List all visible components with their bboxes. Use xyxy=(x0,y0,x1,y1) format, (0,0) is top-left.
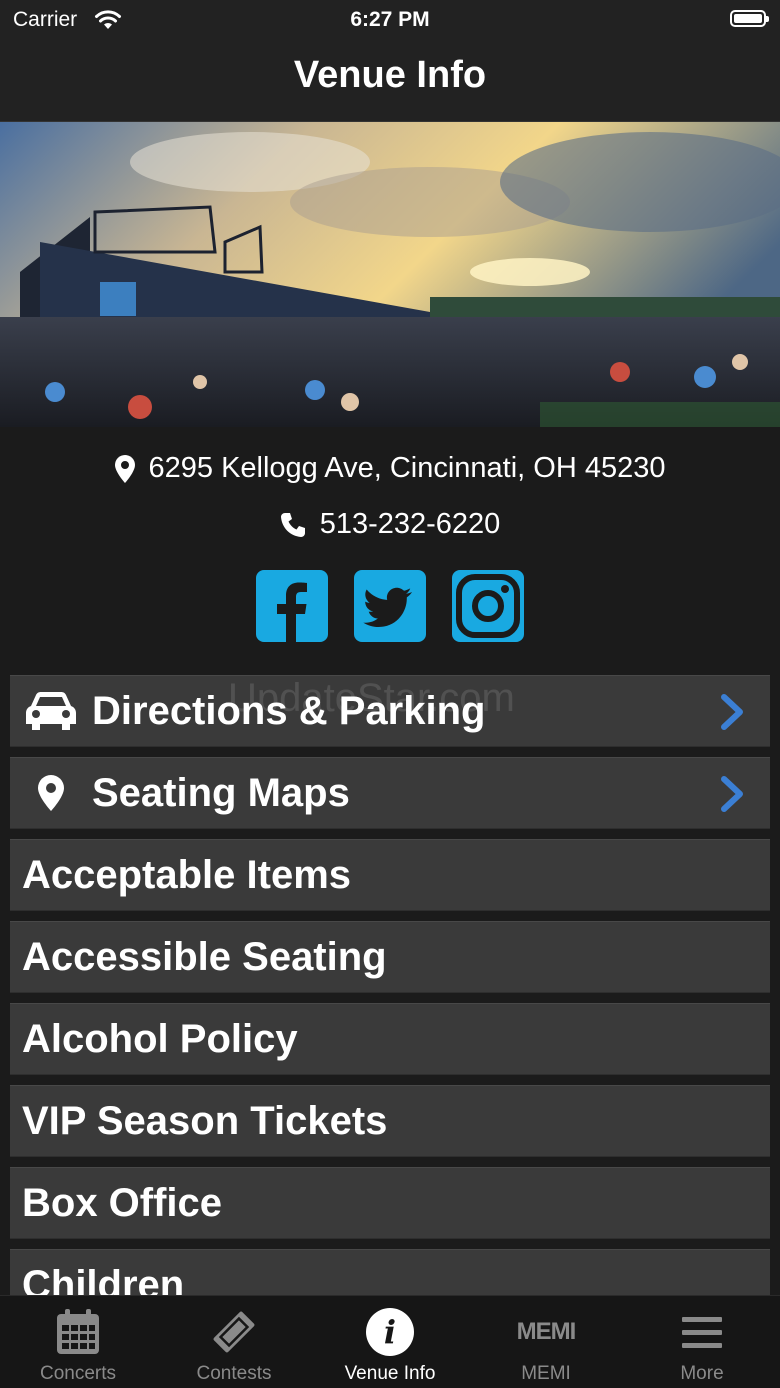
acceptable-items-item[interactable]: Acceptable Items xyxy=(10,839,770,911)
clock: 6:27 PM xyxy=(350,8,430,31)
tab-memi[interactable]: MEMI MEMI xyxy=(468,1296,624,1388)
tab-more[interactable]: More xyxy=(624,1296,780,1388)
address-text: 6295 Kellogg Ave, Cincinnati, OH 45230 xyxy=(148,452,666,484)
seating-maps-item[interactable]: Seating Maps xyxy=(10,757,770,829)
calendar-icon xyxy=(56,1308,100,1356)
instagram-icon[interactable] xyxy=(452,570,524,642)
tab-more-label: More xyxy=(680,1363,724,1384)
alcohol-policy-label: Alcohol Policy xyxy=(22,1016,298,1061)
car-icon xyxy=(22,692,80,730)
tab-concerts[interactable]: Concerts xyxy=(0,1296,156,1388)
tab-memi-label: MEMI xyxy=(521,1363,571,1384)
ticket-icon xyxy=(211,1308,257,1356)
svg-text:i: i xyxy=(384,1313,396,1351)
accessible-seating-label: Accessible Seating xyxy=(22,934,387,979)
social-links xyxy=(0,570,780,642)
chevron-right-icon xyxy=(720,694,746,730)
alcohol-policy-item[interactable]: Alcohol Policy xyxy=(10,1003,770,1075)
navigation-bar: Venue Info xyxy=(0,40,780,122)
page-title: Venue Info xyxy=(293,54,487,96)
directions-parking-item[interactable]: Directions & Parking xyxy=(10,675,770,747)
facebook-icon[interactable] xyxy=(256,570,328,642)
vip-season-tickets-item[interactable]: VIP Season Tickets xyxy=(10,1085,770,1157)
phone-icon xyxy=(280,512,306,538)
venue-menu-list: Directions & Parking Seating Maps Accept… xyxy=(10,675,770,1331)
tab-venue-info-label: Venue Info xyxy=(344,1363,436,1384)
seating-maps-label: Seating Maps xyxy=(92,770,350,815)
box-office-label: Box Office xyxy=(22,1180,223,1225)
venue-address[interactable]: 6295 Kellogg Ave, Cincinnati, OH 45230 xyxy=(0,452,780,485)
directions-parking-label: Directions & Parking xyxy=(92,688,486,733)
tab-bar: Concerts Contests i Venue Info MEMI MEMI xyxy=(0,1295,780,1388)
phone-text: 513-232-6220 xyxy=(319,508,501,540)
tab-concerts-label: Concerts xyxy=(39,1363,117,1384)
chevron-right-icon xyxy=(720,776,746,812)
venue-hero-image xyxy=(0,122,780,427)
acceptable-items-label: Acceptable Items xyxy=(22,852,352,897)
tab-contests[interactable]: Contests xyxy=(156,1296,312,1388)
tab-contests-label: Contests xyxy=(196,1363,272,1384)
info-icon: i xyxy=(365,1308,415,1356)
status-bar: Carrier 6:27 PM xyxy=(0,0,780,40)
tab-venue-info[interactable]: i Venue Info xyxy=(312,1296,468,1388)
vip-season-tickets-label: VIP Season Tickets xyxy=(22,1098,388,1143)
twitter-icon[interactable] xyxy=(354,570,426,642)
venue-phone[interactable]: 513-232-6220 xyxy=(0,508,780,541)
box-office-item[interactable]: Box Office xyxy=(10,1167,770,1239)
accessible-seating-item[interactable]: Accessible Seating xyxy=(10,921,770,993)
memi-logo-text: MEMI xyxy=(516,1318,577,1345)
hamburger-menu-icon xyxy=(682,1308,722,1356)
location-pin-icon xyxy=(22,775,80,811)
battery-icon xyxy=(730,10,769,27)
memi-logo-icon: MEMI xyxy=(516,1308,577,1356)
location-pin-icon xyxy=(114,455,135,484)
